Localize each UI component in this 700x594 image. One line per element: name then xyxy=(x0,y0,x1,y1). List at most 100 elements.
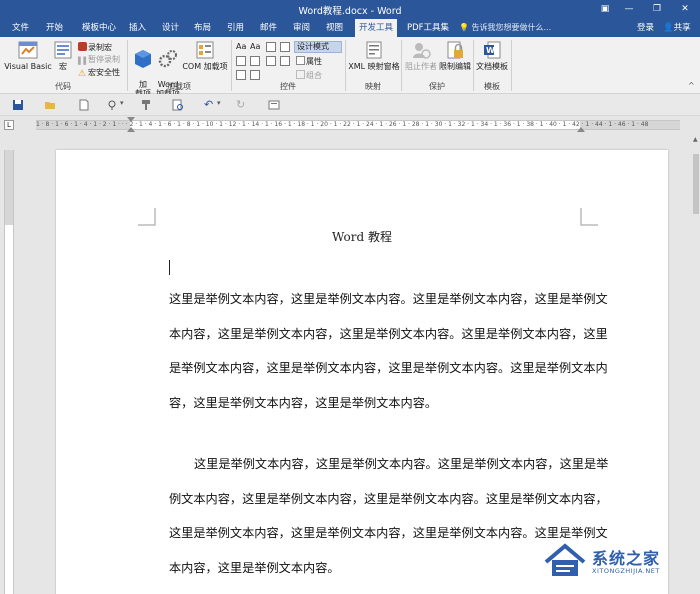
com-addins-button[interactable]: COM 加载项 xyxy=(182,40,228,71)
ribbon-display-options-icon[interactable]: ▣ xyxy=(596,2,614,16)
legacy-tools-icon[interactable] xyxy=(250,70,260,80)
restore-icon[interactable]: ❐ xyxy=(648,2,666,16)
plain-text-control[interactable]: Aa xyxy=(250,42,260,52)
scroll-up-icon[interactable]: ▲ xyxy=(693,136,698,143)
rich-text-control[interactable]: Aa xyxy=(236,42,246,52)
com-addins-label: COM 加载项 xyxy=(182,62,228,71)
group-mapping: XML 映射窗格 映射 xyxy=(346,37,400,94)
top-margin-shade xyxy=(5,150,13,225)
share-label: 共享 xyxy=(673,23,691,33)
format-painter-icon[interactable] xyxy=(140,99,152,111)
macros-button[interactable]: 宏 xyxy=(52,40,74,71)
customize-toolbar-icon[interactable] xyxy=(268,99,280,111)
com-addins-icon xyxy=(196,41,214,59)
tab-review[interactable]: 审阅 xyxy=(289,19,314,37)
visual-basic-button[interactable]: Visual Basic xyxy=(4,40,52,71)
combo-box-control-icon[interactable] xyxy=(250,56,260,66)
record-macro-button[interactable]: 录制宏 xyxy=(78,42,112,53)
xml-mapping-pane-button[interactable]: XML 映射窗格 xyxy=(348,40,400,71)
record-macro-label: 录制宏 xyxy=(88,43,112,52)
left-indent-marker[interactable] xyxy=(127,127,135,132)
tab-home[interactable]: 开始 xyxy=(42,19,67,37)
group-mapping-label: 映射 xyxy=(365,82,381,91)
repeating-section-control-icon[interactable] xyxy=(236,70,246,80)
new-document-icon[interactable] xyxy=(78,99,90,111)
lock-icon xyxy=(447,41,463,59)
document-template-button[interactable]: W 文档模板 xyxy=(474,40,510,71)
tell-me-search[interactable]: 💡 告诉我您想要做什么... xyxy=(459,19,551,37)
tab-insert[interactable]: 插入 xyxy=(125,19,150,37)
tab-template-center[interactable]: 模板中心 xyxy=(78,19,120,37)
block-authors-label: 阻止作者 xyxy=(405,62,437,71)
group-icon xyxy=(296,70,305,79)
collapse-ribbon-icon[interactable]: ^ xyxy=(688,81,695,90)
lightbulb-icon: 💡 xyxy=(459,23,469,32)
pause-recording-button[interactable]: ▌▌暂停录制 xyxy=(78,55,120,66)
group-templates-label: 模板 xyxy=(484,82,500,91)
tab-references[interactable]: 引用 xyxy=(223,19,248,37)
open-folder-icon[interactable] xyxy=(44,99,56,111)
ribbon-tabs: 文件 开始 模板中心 插入 设计 布局 引用 邮件 审阅 视图 开发工具 PDF… xyxy=(0,19,700,37)
restrict-editing-button[interactable]: 限制编辑 xyxy=(438,40,472,71)
tab-design[interactable]: 设计 xyxy=(158,19,183,37)
dropdown-list-control-icon[interactable] xyxy=(266,56,276,66)
document-template-label: 文档模板 xyxy=(476,62,508,71)
group-protect: 阻止作者 限制编辑 保护 xyxy=(402,37,472,94)
macros-icon xyxy=(54,41,72,59)
vertical-scrollbar[interactable]: ▲ xyxy=(692,134,700,594)
crop-mark-top-right xyxy=(580,208,598,226)
print-preview-icon[interactable] xyxy=(172,99,184,111)
svg-text:W: W xyxy=(486,46,495,55)
warning-icon: ⚠ xyxy=(78,69,87,79)
building-block-control-icon[interactable] xyxy=(280,42,290,52)
quick-access-toolbar: ▾ ↶ ▾ ↻ xyxy=(0,94,700,116)
properties-button[interactable]: 属性 xyxy=(296,56,322,67)
pause-recording-label: 暂停录制 xyxy=(88,55,120,64)
scrollbar-thumb[interactable] xyxy=(693,154,699,214)
house-logo-icon xyxy=(544,543,586,576)
tab-view[interactable]: 视图 xyxy=(322,19,347,37)
watermark-logo: 系统之家 XITONGZHIJIA.NET xyxy=(542,540,692,584)
minimize-icon[interactable]: — xyxy=(620,2,638,16)
tab-developer[interactable]: 开发工具 xyxy=(355,19,397,37)
dropdown-arrow-icon[interactable]: ▾ xyxy=(120,99,124,107)
save-icon[interactable] xyxy=(12,99,24,111)
group-separator xyxy=(511,40,512,91)
title-bar: Word教程.docx - Word ▣ — ❐ ✕ xyxy=(0,0,700,19)
ribbon-developer: Visual Basic 宏 录制宏 ▌▌暂停录制 ⚠ 宏安全性 代码 加 Wo… xyxy=(0,37,700,98)
properties-label: 属性 xyxy=(306,57,322,66)
design-mode-button[interactable]: 设计模式 xyxy=(294,41,342,53)
login-link[interactable]: 登录 xyxy=(637,19,654,37)
tell-me-text: 告诉我您想要做什么... xyxy=(471,23,552,32)
tab-mailings[interactable]: 邮件 xyxy=(256,19,281,37)
macro-security-button[interactable]: ⚠ 宏安全性 xyxy=(78,68,120,79)
close-icon[interactable]: ✕ xyxy=(676,2,694,16)
person-icon: 👤 xyxy=(663,23,674,33)
block-authors-button[interactable]: 阻止作者 xyxy=(404,40,438,71)
tab-selector[interactable]: L xyxy=(4,120,14,130)
group-button[interactable]: 组合 xyxy=(296,70,322,81)
paragraph-1[interactable]: 这里是举例文本内容，这里是举例文本内容。这里是举例文本内容，这里是举例文本内容，… xyxy=(169,282,619,420)
visual-basic-label: Visual Basic xyxy=(4,62,52,71)
pause-icon: ▌▌ xyxy=(78,57,89,65)
first-line-indent-marker[interactable] xyxy=(127,117,135,122)
tab-layout[interactable]: 布局 xyxy=(190,19,215,37)
touch-mode-icon[interactable] xyxy=(106,99,118,111)
picture-control-icon[interactable] xyxy=(266,42,276,52)
tab-pdf-tools[interactable]: PDF工具集 xyxy=(403,19,453,37)
undo-dropdown-icon[interactable]: ▾ xyxy=(217,99,221,107)
group-templates: W 文档模板 模板 xyxy=(474,37,510,94)
undo-icon[interactable]: ↶ xyxy=(204,98,213,111)
ruler-area: L 1 · 8 · 1 · 6 · 1 · 4 · 1 · 2 · 1 · · … xyxy=(0,116,700,134)
group-controls: Aa Aa 设计模式 属性 组合 控件 xyxy=(232,37,344,94)
tab-file[interactable]: 文件 xyxy=(8,19,33,37)
share-button[interactable]: 👤共享 xyxy=(663,19,691,37)
date-picker-control-icon[interactable] xyxy=(280,56,290,66)
document-title: Word 教程 xyxy=(332,230,392,244)
checkbox-control-icon[interactable] xyxy=(236,56,246,66)
record-icon xyxy=(78,42,87,51)
vertical-ruler[interactable] xyxy=(4,150,14,594)
right-indent-marker[interactable] xyxy=(577,127,585,132)
redo-icon[interactable]: ↻ xyxy=(236,98,245,111)
document-page[interactable]: Word 教程 这里是举例文本内容，这里是举例文本内容。这里是举例文本内容，这里… xyxy=(56,150,668,594)
